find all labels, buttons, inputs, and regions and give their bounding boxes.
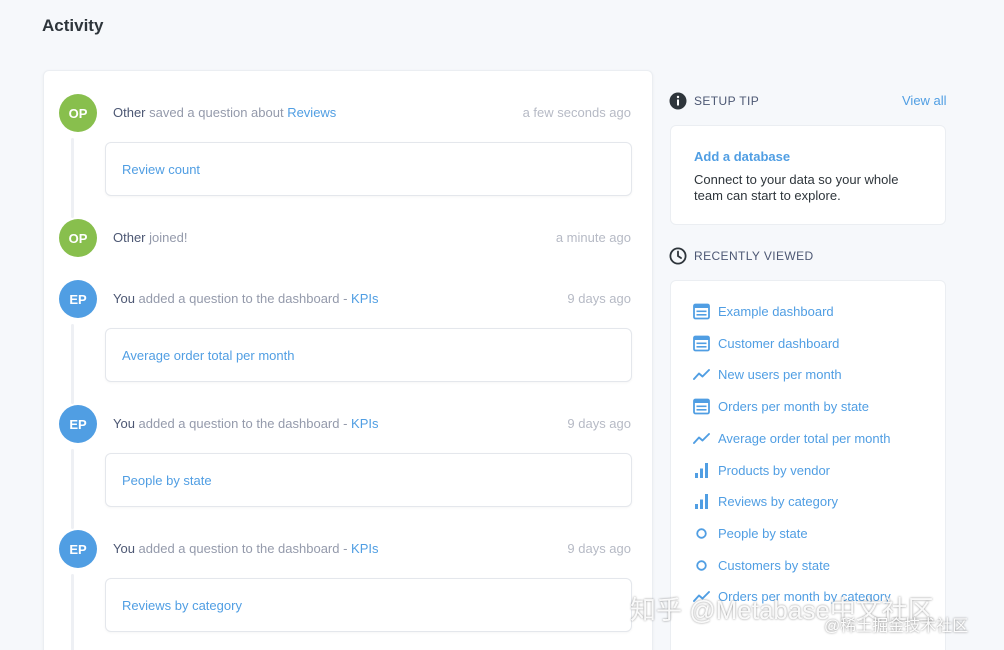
thread-line (71, 324, 74, 404)
bar-chart-icon (693, 493, 718, 510)
view-all-link[interactable]: View all (902, 93, 947, 108)
activity-timestamp: 9 days ago (567, 416, 631, 431)
activity-actor[interactable]: Other (113, 230, 146, 245)
dashboard-icon (693, 303, 718, 320)
setup-tip-heading: SETUP TIP (694, 94, 760, 108)
recently-viewed-heading: RECENTLY VIEWED (694, 249, 814, 263)
recent-item[interactable]: Orders per month by state (693, 398, 869, 415)
activity-action: joined! (145, 230, 188, 245)
activity-card[interactable]: People by state (105, 453, 632, 507)
activity-timestamp: a few seconds ago (522, 105, 631, 120)
recent-item-label: Products by vendor (718, 462, 831, 478)
activity-link[interactable]: Reviews (287, 105, 336, 120)
activity-action: added a question to the dashboard - (134, 541, 352, 556)
recent-item-label: Orders per month by state (718, 399, 870, 415)
watermark-sub: @稀土掘金技术社区 (824, 618, 969, 635)
activity-timestamp: 9 days ago (567, 291, 631, 306)
activity-link[interactable]: KPIs (351, 416, 378, 431)
recent-item[interactable]: Products by vendor (693, 462, 830, 479)
activity-actor[interactable]: Other (113, 105, 146, 120)
activity-link[interactable]: KPIs (351, 291, 378, 306)
thread-line (71, 574, 74, 650)
setup-tip-description: Connect to your data so your whole team … (694, 172, 899, 203)
activity-actor[interactable]: You (113, 416, 135, 431)
page-title: Activity (42, 16, 104, 35)
recent-item[interactable]: People by state (693, 525, 808, 542)
activity-timestamp: 9 days ago (567, 541, 631, 556)
activity-headline: Other joined! (113, 230, 187, 245)
activity-headline: You added a question to the dashboard - … (113, 291, 379, 306)
activity-action: saved a question about (145, 105, 288, 120)
recent-item-label: New users per month (718, 367, 842, 383)
recent-item-label: Reviews by category (718, 494, 838, 510)
recent-item-label: People by state (718, 525, 808, 541)
activity-link[interactable]: KPIs (351, 541, 378, 556)
info-icon (669, 92, 687, 110)
activity-actor[interactable]: You (113, 291, 135, 306)
avatar[interactable]: OP (59, 94, 97, 132)
thread-line (71, 449, 74, 529)
recent-item[interactable]: Customer dashboard (693, 335, 839, 352)
recent-item-label: Customers by state (718, 557, 830, 573)
avatar[interactable]: EP (59, 530, 97, 568)
activity-action: added a question to the dashboard - (134, 291, 352, 306)
recent-item[interactable]: Example dashboard (693, 303, 834, 320)
recent-item-label: Average order total per month (718, 430, 891, 446)
recent-item[interactable]: New users per month (693, 366, 842, 383)
setup-tip-header: SETUP TIP (669, 92, 759, 110)
line-chart-icon (693, 366, 718, 383)
recent-item[interactable]: Customers by state (693, 557, 830, 574)
avatar[interactable]: EP (59, 280, 97, 318)
recent-item[interactable]: Average order total per month (693, 430, 890, 447)
activity-actor[interactable]: You (113, 541, 135, 556)
add-database-link[interactable]: Add a database (694, 149, 790, 164)
thread-line (71, 138, 74, 218)
pin-icon (693, 557, 718, 574)
recent-item-label: Example dashboard (718, 304, 834, 319)
recently-viewed-header: RECENTLY VIEWED (669, 247, 814, 265)
activity-timestamp: a minute ago (555, 230, 631, 245)
activity-headline: Other saved a question about Reviews (113, 105, 336, 120)
activity-card[interactable]: Average order total per month (105, 328, 632, 382)
activity-headline: You added a question to the dashboard - … (113, 541, 379, 556)
clock-icon (669, 247, 687, 265)
avatar[interactable]: EP (59, 405, 97, 443)
activity-card[interactable]: Reviews by category (105, 578, 632, 632)
pin-icon (693, 525, 718, 542)
activity-action: added a question to the dashboard - (134, 416, 352, 431)
avatar[interactable]: OP (59, 219, 97, 257)
activity-headline: You added a question to the dashboard - … (113, 416, 379, 431)
line-chart-icon (693, 430, 718, 447)
dashboard-icon (693, 398, 718, 415)
activity-card[interactable]: Review count (105, 142, 632, 196)
recent-item[interactable]: Reviews by category (693, 493, 838, 510)
setup-tip-card: Add a database Connect to your data so y… (670, 125, 946, 225)
recent-item-label: Customer dashboard (718, 335, 840, 351)
dashboard-icon (693, 335, 718, 352)
activity-feed: OP Other saved a question about Reviews … (43, 70, 653, 650)
bar-chart-icon (693, 462, 718, 479)
